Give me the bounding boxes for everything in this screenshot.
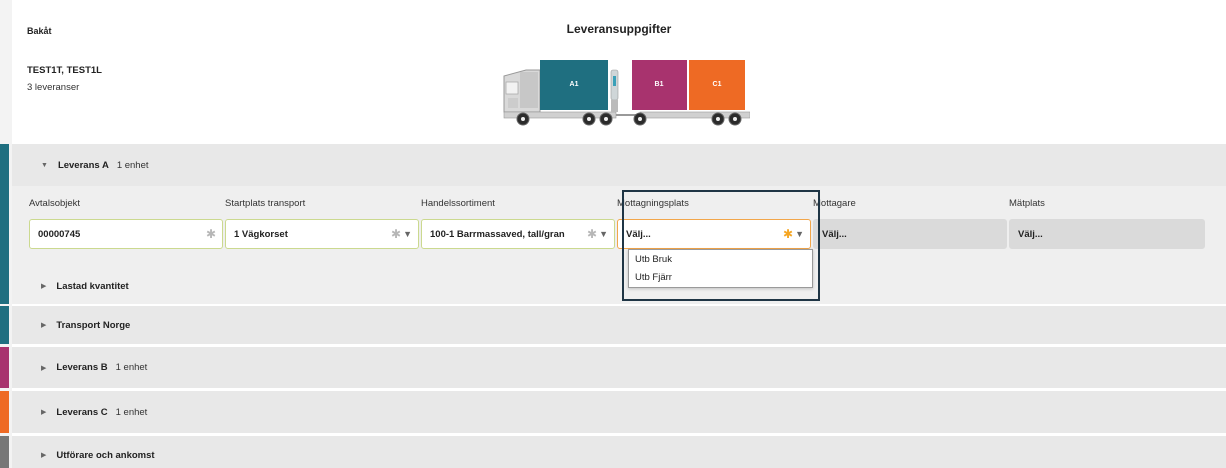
field-label: Mottagare xyxy=(813,198,856,209)
mottagningsplats-options: Utb Bruk Utb Fjärr xyxy=(628,249,813,288)
mottagare-select[interactable]: Välj... xyxy=(813,219,1007,249)
field-handelssortiment: Handelssortiment 100-1 Barrmassaved, tal… xyxy=(421,198,615,249)
section-leverans-b[interactable]: ▶ Leverans B 1 enhet xyxy=(0,347,1226,388)
caret-down-icon[interactable]: ▼ xyxy=(599,229,608,241)
delivery-details-page: Bakåt Leveransuppgifter TEST1T, TEST1L 3… xyxy=(0,0,1226,468)
field-avtalsobjekt: Avtalsobjekt 00000745 ✱ xyxy=(29,198,223,249)
triangle-right-icon: ▶ xyxy=(41,409,47,416)
field-label: Avtalsobjekt xyxy=(29,198,81,209)
container-c1-label: C1 xyxy=(713,81,722,88)
triangle-right-icon: ▶ xyxy=(41,452,47,459)
section-lastad-kvantitet[interactable]: ▶ Lastad kvantitet xyxy=(12,268,1226,304)
field-mottagare: Mottagare Välj... xyxy=(813,198,1007,249)
section-header[interactable]: ▶ Utförare och ankomst xyxy=(12,436,1226,468)
page-title: Leveransuppgifter xyxy=(566,22,672,36)
section-leverans-a[interactable]: ▼ Leverans A 1 enhet xyxy=(0,144,1226,304)
asterisk-icon: ✱ xyxy=(587,227,598,241)
handelssortiment-select[interactable]: 100-1 Barrmassaved, tall/gran ✱ ▼ xyxy=(421,219,615,249)
truck-illustration: A1 B1 C1 xyxy=(503,60,750,126)
select-value: 100-1 Barrmassaved, tall/gran xyxy=(430,228,565,240)
select-value: 1 Vägkorset xyxy=(234,228,288,240)
container-a1-label: A1 xyxy=(570,81,579,88)
field-matplats: Mätplats Välj... xyxy=(1009,198,1205,249)
section-subtitle: 1 enhet xyxy=(115,362,148,373)
field-label: Startplats transport xyxy=(225,198,306,209)
caret-down-icon[interactable]: ▼ xyxy=(403,229,412,241)
field-label: Handelssortiment xyxy=(421,198,495,209)
section-leverans-c[interactable]: ▶ Leverans C 1 enhet xyxy=(0,391,1226,433)
triangle-right-icon: ▶ xyxy=(41,364,47,372)
indicator: ✱ xyxy=(206,227,216,241)
section-color-bar xyxy=(0,347,9,388)
section-title: Utförare och ankomst xyxy=(56,449,155,461)
section-subtitle: 1 enhet xyxy=(116,159,149,171)
section-header[interactable]: ▼ Leverans A 1 enhet xyxy=(12,144,1226,186)
startplats-select[interactable]: 1 Vägkorset ✱ ▼ xyxy=(225,219,419,249)
section-subtitle: 1 enhet xyxy=(115,406,148,418)
section-title: Transport Norge xyxy=(56,319,131,331)
select-value: Välj... xyxy=(1018,228,1043,240)
select-value: Välj... xyxy=(822,228,847,240)
section-color-bar xyxy=(0,306,9,344)
section-header[interactable]: ▶ Lastad kvantitet xyxy=(12,268,1226,304)
asterisk-icon: ✱ xyxy=(205,227,216,241)
avtalsobjekt-input[interactable]: 00000745 ✱ xyxy=(29,219,223,249)
delivery-count: 3 leveranser xyxy=(27,82,80,93)
section-utforare-och-ankomst[interactable]: ▶ Utförare och ankomst xyxy=(0,436,1226,468)
field-startplats: Startplats transport 1 Vägkorset ✱ ▼ xyxy=(225,198,419,249)
triangle-down-icon: ▼ xyxy=(41,161,48,169)
triangle-right-icon: ▶ xyxy=(41,322,47,329)
container-b1-label: B1 xyxy=(655,81,664,88)
section-color-bar xyxy=(0,436,9,468)
option-utb-bruk[interactable]: Utb Bruk xyxy=(629,251,812,269)
indicator: ✱ ▼ xyxy=(585,227,608,241)
option-utb-fjarr[interactable]: Utb Fjärr xyxy=(629,269,812,287)
section-header[interactable]: ▶ Leverans C 1 enhet xyxy=(12,391,1226,433)
section-title: Leverans A xyxy=(57,159,109,171)
indicator: ✱ ▼ xyxy=(391,227,412,241)
section-header[interactable]: ▶ Transport Norge xyxy=(12,306,1226,344)
section-header[interactable]: ▶ Leverans B 1 enhet xyxy=(12,347,1226,388)
section-title: Lastad kvantitet xyxy=(56,280,129,292)
field-label: Mätplats xyxy=(1009,198,1045,209)
section-color-bar xyxy=(0,391,9,433)
section-title: Leverans B xyxy=(56,362,108,373)
input-value: 00000745 xyxy=(38,228,81,240)
vehicle-ids: TEST1T, TEST1L xyxy=(27,65,102,76)
section-transport-norge[interactable]: ▶ Transport Norge xyxy=(0,306,1226,344)
section-title: Leverans C xyxy=(56,406,108,418)
matplats-select[interactable]: Välj... xyxy=(1009,219,1205,249)
triangle-right-icon: ▶ xyxy=(41,283,47,290)
asterisk-icon: ✱ xyxy=(391,227,402,241)
section-color-bar xyxy=(0,144,9,304)
